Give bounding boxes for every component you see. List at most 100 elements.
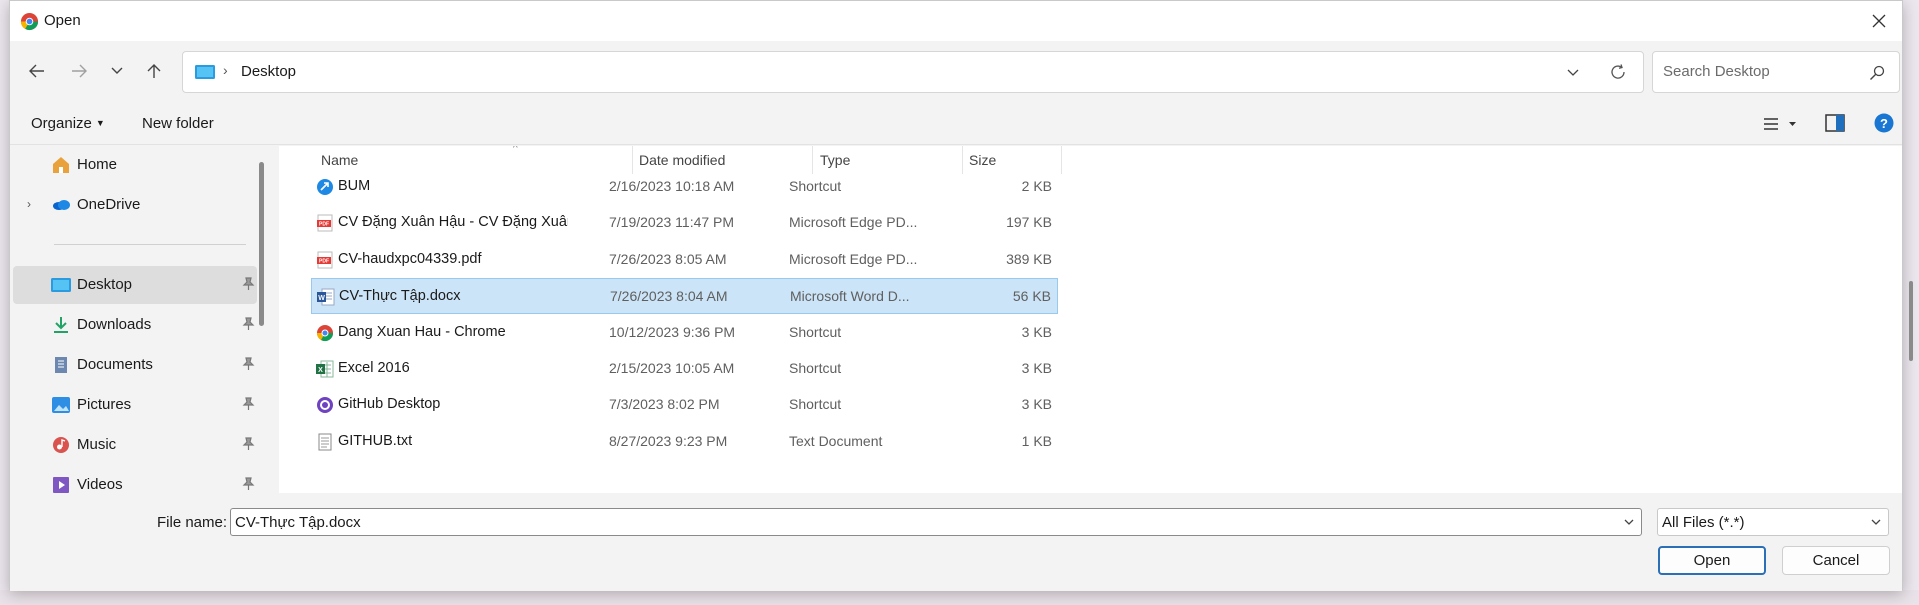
- cancel-button[interactable]: Cancel: [1782, 546, 1890, 575]
- text-file-icon: [318, 433, 332, 451]
- view-options-icon[interactable]: [1761, 115, 1801, 133]
- nav-item-pictures[interactable]: Pictures: [13, 386, 257, 424]
- file-size: 389 KB: [1006, 251, 1052, 267]
- file-date: 2/15/2023 10:05 AM: [609, 360, 735, 376]
- chevron-down-icon: [1871, 519, 1881, 525]
- file-row-selected[interactable]: W CV-Thực Tập.docx 7/26/2023 8:04 AM Mic…: [311, 278, 1058, 314]
- file-size: 3 KB: [1021, 324, 1052, 340]
- videos-icon: [53, 477, 69, 493]
- file-name-label: File name:: [157, 514, 228, 531]
- file-row[interactable]: GitHub Desktop 7/3/2023 8:02 PM Shortcut…: [311, 387, 1058, 423]
- file-name-input[interactable]: CV-Thực Tập.docx: [230, 508, 1642, 536]
- command-bar: Organize ▼ New folder ?: [10, 101, 1902, 145]
- file-type: Shortcut: [789, 178, 842, 194]
- file-name-value: CV-Thực Tập.docx: [235, 514, 361, 531]
- nav-scrollbar[interactable]: [259, 162, 264, 326]
- title-bar: Open: [10, 1, 1902, 41]
- file-type-value: All Files (*.*): [1662, 514, 1745, 531]
- nav-label-videos: Videos: [77, 476, 123, 493]
- documents-icon: [55, 357, 67, 373]
- close-button[interactable]: [1856, 1, 1902, 41]
- new-folder-button[interactable]: New folder: [142, 115, 214, 132]
- pin-icon[interactable]: [241, 357, 255, 371]
- help-icon[interactable]: ?: [1874, 113, 1894, 133]
- up-button[interactable]: [140, 57, 168, 85]
- file-type-select[interactable]: All Files (*.*): [1657, 508, 1889, 536]
- nav-item-onedrive[interactable]: › OneDrive: [13, 186, 257, 224]
- pin-icon[interactable]: [241, 277, 255, 291]
- file-type: Shortcut: [789, 324, 842, 340]
- open-button[interactable]: Open: [1658, 546, 1766, 575]
- file-type: Microsoft Edge PD...: [789, 214, 918, 230]
- file-date: 7/3/2023 8:02 PM: [609, 396, 720, 412]
- file-name: CV-Thực Tập.docx: [339, 288, 461, 304]
- search-input[interactable]: Search Desktop: [1663, 63, 1770, 80]
- file-date: 8/27/2023 9:23 PM: [609, 433, 728, 449]
- nav-label-downloads: Downloads: [77, 316, 152, 333]
- breadcrumb-separator: ›: [223, 62, 228, 78]
- file-type: Shortcut: [789, 360, 842, 376]
- pin-icon[interactable]: [241, 317, 255, 331]
- file-row[interactable]: GITHUB.txt 8/27/2023 9:23 PM Text Docume…: [311, 424, 1058, 460]
- pin-icon[interactable]: [241, 397, 255, 411]
- chevron-down-icon[interactable]: [1623, 516, 1635, 528]
- nav-item-downloads[interactable]: Downloads: [13, 306, 257, 344]
- nav-item-videos[interactable]: Videos: [13, 466, 257, 493]
- back-button[interactable]: [23, 57, 51, 85]
- preview-pane-icon[interactable]: [1825, 114, 1845, 132]
- column-label-name: Name: [321, 152, 359, 168]
- organize-label: Organize: [31, 115, 92, 132]
- file-name: GITHUB.txt: [338, 433, 413, 449]
- svg-text:PDF: PDF: [319, 259, 329, 265]
- search-box[interactable]: Search Desktop: [1652, 51, 1900, 93]
- organize-button[interactable]: Organize ▼: [31, 115, 105, 132]
- file-row[interactable]: PDF CV-haudxpc04339.pdf 7/26/2023 8:05 A…: [311, 242, 1058, 278]
- recent-locations-button[interactable]: [103, 57, 131, 85]
- refresh-icon[interactable]: [1609, 63, 1627, 81]
- address-history-chevron-icon[interactable]: [1565, 64, 1581, 80]
- breadcrumb-desktop[interactable]: Desktop: [241, 63, 296, 80]
- nav-item-documents[interactable]: Documents: [13, 346, 257, 384]
- file-name: CV-haudxpc04339.pdf: [338, 251, 482, 267]
- nav-label-pictures: Pictures: [77, 396, 132, 413]
- back-arrow-icon: [29, 64, 44, 78]
- nav-divider: [54, 244, 246, 245]
- file-row[interactable]: BUM 2/16/2023 10:18 AM Shortcut 2 KB: [311, 169, 1058, 205]
- forward-button[interactable]: [65, 57, 93, 85]
- pin-icon[interactable]: [241, 477, 255, 491]
- file-type: Text Document: [789, 433, 883, 449]
- nav-label-music: Music: [77, 436, 117, 453]
- nav-item-desktop[interactable]: Desktop: [13, 266, 257, 304]
- column-divider[interactable]: [1061, 146, 1062, 174]
- music-icon: [53, 437, 69, 453]
- file-date: 7/19/2023 11:47 PM: [609, 214, 735, 230]
- file-date: 2/16/2023 10:18 AM: [609, 178, 735, 194]
- up-arrow-icon: [147, 64, 161, 78]
- file-row[interactable]: PDF CV Đặng Xuân Hậu - CV Đặng Xuân Hậu-…: [311, 205, 1058, 241]
- file-size: 2 KB: [1021, 178, 1052, 194]
- file-row[interactable]: Dang Xuan Hau - Chrome 10/12/2023 9:36 P…: [311, 315, 1058, 351]
- file-list: ^ Name Date modified Type Size BUM 2/16/…: [279, 146, 1902, 493]
- chevron-down-icon: [111, 67, 123, 74]
- pin-icon[interactable]: [241, 437, 255, 451]
- excel-icon: X: [316, 360, 334, 378]
- file-size: 1 KB: [1021, 433, 1052, 449]
- nav-item-music[interactable]: Music: [13, 426, 257, 464]
- pdf-icon: PDF: [317, 251, 333, 269]
- nav-item-home[interactable]: Home: [13, 146, 257, 184]
- file-list-scrollbar[interactable]: [1909, 281, 1913, 361]
- chrome-shortcut-icon: [316, 325, 334, 342]
- pdf-icon: PDF: [317, 214, 333, 232]
- address-bar[interactable]: › Desktop: [182, 51, 1644, 93]
- file-row[interactable]: X Excel 2016 2/15/2023 10:05 AM Shortcut…: [311, 351, 1058, 387]
- file-name: GitHub Desktop: [338, 396, 441, 412]
- close-icon: [1872, 14, 1886, 28]
- svg-text:X: X: [318, 367, 323, 374]
- open-file-dialog: Open › Desktop Search Desktop Organize ▼…: [9, 0, 1913, 591]
- desktop-folder-icon: [195, 65, 215, 79]
- chevron-right-icon[interactable]: ›: [27, 197, 37, 211]
- file-type: Microsoft Word D...: [790, 288, 910, 304]
- file-size: 3 KB: [1021, 396, 1052, 412]
- search-icon[interactable]: [1869, 65, 1885, 81]
- sort-ascending-icon: ^: [513, 146, 518, 154]
